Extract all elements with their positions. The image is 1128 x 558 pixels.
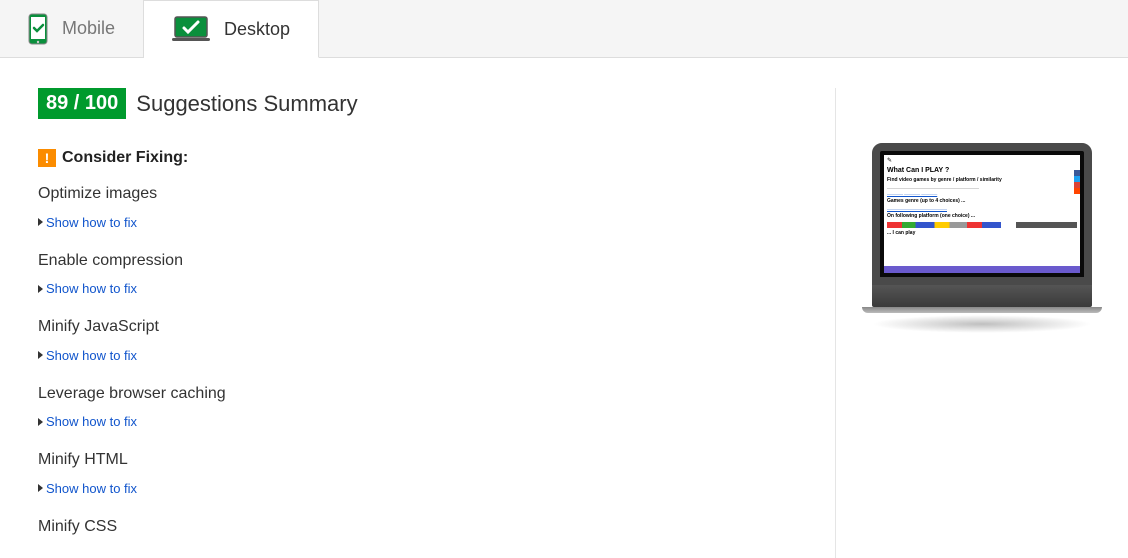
mobile-check-icon — [28, 13, 48, 45]
suggestion-item: Leverage browser caching Show how to fix — [38, 385, 795, 430]
suggestion-title: Minify HTML — [38, 451, 795, 469]
warning-icon: ! — [38, 149, 56, 167]
show-fix-label: Show how to fix — [46, 414, 137, 429]
suggestion-item: Minify HTML Show how to fix — [38, 451, 795, 496]
suggestion-title: Optimize images — [38, 185, 795, 203]
suggestion-item: Minify CSS — [38, 518, 795, 536]
suggestion-item: Optimize images Show how to fix — [38, 185, 795, 230]
preview-panel: ✎ What Can I PLAY ? Find video games by … — [836, 88, 1128, 558]
preview-h4: ... I can play — [887, 230, 1077, 237]
laptop-base — [872, 285, 1092, 307]
caret-right-icon — [38, 351, 43, 359]
tab-desktop[interactable]: Desktop — [144, 0, 319, 58]
preview-h3: On following platform (one choice) ... — [887, 213, 1077, 220]
section-title: Consider Fixing: — [62, 149, 188, 167]
preview-heading: What Can I PLAY ? — [887, 166, 1077, 175]
caret-right-icon — [38, 418, 43, 426]
content-area: 89 / 100 Suggestions Summary ! Consider … — [0, 58, 1128, 558]
laptop-foot — [862, 307, 1102, 313]
laptop-screen: ✎ What Can I PLAY ? Find video games by … — [884, 155, 1080, 273]
score-badge: 89 / 100 — [38, 88, 126, 119]
show-fix-label: Show how to fix — [46, 215, 137, 230]
tab-mobile-label: Mobile — [62, 18, 115, 39]
suggestion-title: Minify CSS — [38, 518, 795, 536]
show-how-to-fix-link[interactable]: Show how to fix — [38, 481, 137, 496]
section-header: ! Consider Fixing: — [38, 149, 795, 167]
laptop-bezel: ✎ What Can I PLAY ? Find video games by … — [872, 143, 1092, 285]
score-row: 89 / 100 Suggestions Summary — [38, 88, 795, 119]
suggestions-panel: 89 / 100 Suggestions Summary ! Consider … — [0, 88, 836, 558]
suggestion-title: Minify JavaScript — [38, 318, 795, 336]
show-how-to-fix-link[interactable]: Show how to fix — [38, 281, 137, 296]
desktop-check-icon — [172, 15, 210, 43]
laptop-shadow — [872, 315, 1092, 333]
suggestion-item: Enable compression Show how to fix — [38, 252, 795, 297]
show-how-to-fix-link[interactable]: Show how to fix — [38, 414, 137, 429]
summary-title: Suggestions Summary — [136, 91, 357, 117]
show-fix-label: Show how to fix — [46, 348, 137, 363]
suggestion-title: Leverage browser caching — [38, 385, 795, 403]
laptop-preview: ✎ What Can I PLAY ? Find video games by … — [872, 143, 1092, 558]
caret-right-icon — [38, 484, 43, 492]
caret-right-icon — [38, 285, 43, 293]
show-how-to-fix-link[interactable]: Show how to fix — [38, 348, 137, 363]
suggestion-item: Minify JavaScript Show how to fix — [38, 318, 795, 363]
tab-mobile[interactable]: Mobile — [0, 0, 144, 57]
tab-bar: Mobile Desktop — [0, 0, 1128, 58]
preview-h2: Games genre (up to 4 choices) ... — [887, 198, 1077, 205]
tab-desktop-label: Desktop — [224, 19, 290, 40]
show-fix-label: Show how to fix — [46, 281, 137, 296]
caret-right-icon — [38, 218, 43, 226]
suggestion-title: Enable compression — [38, 252, 795, 270]
suggestion-list: Optimize imagesShow how to fixEnable com… — [38, 185, 795, 536]
preview-sub: Find video games by genre / platform / s… — [887, 177, 1077, 184]
show-how-to-fix-link[interactable]: Show how to fix — [38, 215, 137, 230]
show-fix-label: Show how to fix — [46, 481, 137, 496]
